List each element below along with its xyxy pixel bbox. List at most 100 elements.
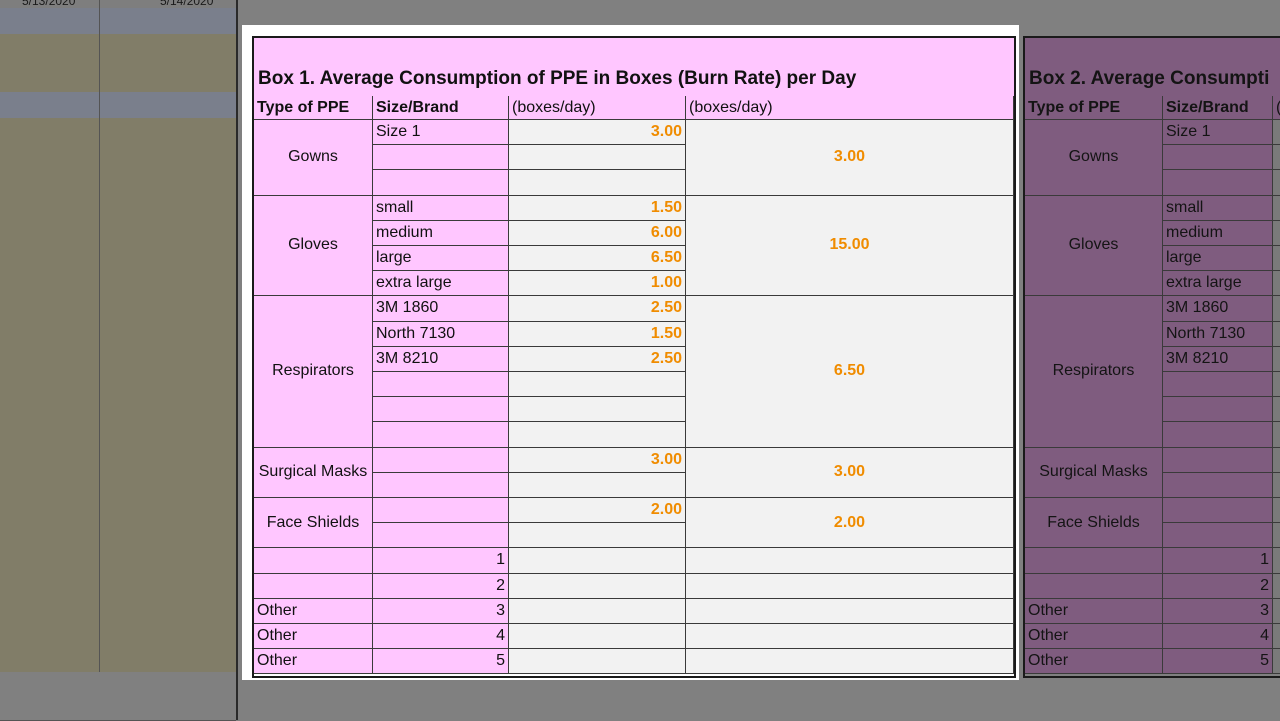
burn-rate-cell[interactable] [509,145,686,171]
other-index-cell: 3 [373,598,509,624]
left-divider [236,0,238,720]
size-brand-cell[interactable] [373,372,509,398]
burn-rate-cell[interactable] [509,422,686,448]
size-brand-cell[interactable]: North 7130 [373,321,509,347]
left-sheet-row [0,370,236,397]
burn-rate-cell[interactable]: 3.00 [509,447,686,473]
ppe-total-cell: 3.00 [686,447,1014,498]
burn-rate-cell[interactable] [509,624,686,650]
burn-rate-cell[interactable] [1273,523,1280,549]
burn-rate-cell[interactable] [1273,548,1280,574]
size-brand-cell[interactable]: large [1163,246,1273,272]
size-brand-cell[interactable]: medium [1163,220,1273,246]
burn-rate-cell[interactable] [1273,145,1280,171]
left-sheet-row [0,244,236,271]
size-brand-cell[interactable]: extra large [373,271,509,297]
size-brand-cell[interactable] [373,170,509,196]
burn-rate-cell[interactable] [1273,498,1280,524]
ppe-total-cell [686,548,1014,574]
burn-rate-cell[interactable] [1273,422,1280,448]
burn-rate-cell[interactable] [1273,346,1280,372]
size-brand-cell[interactable] [373,472,509,498]
burn-rate-cell[interactable]: 2.00 [509,498,686,524]
size-brand-cell[interactable] [1163,372,1273,398]
size-brand-cell[interactable] [1163,170,1273,196]
burn-rate-cell[interactable] [509,372,686,398]
ppe-type-label: Surgical Masks [1025,447,1163,498]
burn-rate-cell[interactable] [1273,120,1280,146]
burn-rate-cell[interactable] [509,573,686,599]
burn-rate-cell[interactable] [1273,170,1280,196]
burn-rate-cell[interactable] [509,397,686,423]
size-brand-cell[interactable]: small [373,195,509,221]
burn-rate-cell[interactable]: 1.50 [509,321,686,347]
size-brand-cell[interactable] [373,397,509,423]
burn-rate-cell[interactable] [1273,195,1280,221]
burn-rate-cell[interactable]: 2.50 [509,296,686,322]
burn-rate-cell[interactable] [1273,220,1280,246]
size-brand-cell[interactable] [1163,145,1273,171]
size-brand-cell[interactable] [1163,447,1273,473]
burn-rate-cell[interactable] [1273,573,1280,599]
size-brand-cell[interactable]: 3M 1860 [373,296,509,322]
burn-rate-cell[interactable]: 1.00 [509,271,686,297]
burn-rate-cell[interactable] [509,598,686,624]
left-sheet-row [0,319,236,346]
size-brand-cell[interactable] [373,523,509,549]
burn-rate-cell[interactable] [1273,624,1280,650]
size-brand-cell[interactable] [1163,422,1273,448]
box1-burn-rate-table: Box 1. Average Consumption of PPE in Box… [252,36,1016,678]
burn-rate-cell[interactable] [509,472,686,498]
size-brand-cell[interactable]: small [1163,195,1273,221]
burn-rate-cell[interactable] [1273,246,1280,272]
size-brand-cell[interactable]: Size 1 [373,120,509,146]
burn-rate-cell[interactable]: 3.00 [509,120,686,146]
size-brand-cell[interactable] [373,422,509,448]
other-type-cell[interactable] [1025,573,1163,599]
other-type-cell[interactable] [254,548,373,574]
size-brand-cell[interactable] [373,145,509,171]
size-brand-cell[interactable]: extra large [1163,271,1273,297]
size-brand-cell[interactable] [373,447,509,473]
burn-rate-cell[interactable] [1273,649,1280,675]
size-brand-cell[interactable] [1163,498,1273,524]
burn-rate-cell[interactable] [1273,321,1280,347]
burn-rate-cell[interactable]: 1.50 [509,195,686,221]
other-type-cell[interactable]: Other [254,649,373,675]
burn-rate-cell[interactable] [1273,271,1280,297]
size-brand-cell[interactable]: Size 1 [1163,120,1273,146]
other-type-cell[interactable] [254,573,373,599]
burn-rate-cell[interactable] [1273,447,1280,473]
burn-rate-cell[interactable] [509,649,686,675]
size-brand-cell[interactable]: medium [373,220,509,246]
burn-rate-cell[interactable] [1273,472,1280,498]
other-type-cell[interactable]: Other [1025,624,1163,650]
burn-rate-cell[interactable] [1273,296,1280,322]
box1-header-size: Size/Brand [373,96,509,120]
size-brand-cell[interactable]: 3M 8210 [373,346,509,372]
other-type-cell[interactable]: Other [1025,649,1163,675]
burn-rate-cell[interactable] [509,548,686,574]
burn-rate-cell[interactable] [1273,598,1280,624]
burn-rate-cell[interactable]: 2.50 [509,346,686,372]
burn-rate-cell[interactable] [509,523,686,549]
burn-rate-cell[interactable]: 6.50 [509,246,686,272]
burn-rate-cell[interactable]: 6.00 [509,220,686,246]
ppe-total-cell: 6.50 [686,296,1014,448]
other-type-cell[interactable] [1025,548,1163,574]
burn-rate-cell[interactable] [1273,372,1280,398]
size-brand-cell[interactable]: North 7130 [1163,321,1273,347]
ppe-type-label: Gloves [254,195,373,297]
size-brand-cell[interactable]: 3M 8210 [1163,346,1273,372]
burn-rate-cell[interactable] [1273,397,1280,423]
burn-rate-cell[interactable] [509,170,686,196]
size-brand-cell[interactable]: large [373,246,509,272]
size-brand-cell[interactable] [1163,397,1273,423]
size-brand-cell[interactable]: 3M 1860 [1163,296,1273,322]
other-type-cell[interactable]: Other [254,624,373,650]
size-brand-cell[interactable] [1163,472,1273,498]
other-type-cell[interactable]: Other [1025,598,1163,624]
size-brand-cell[interactable] [1163,523,1273,549]
other-type-cell[interactable]: Other [254,598,373,624]
size-brand-cell[interactable] [373,498,509,524]
